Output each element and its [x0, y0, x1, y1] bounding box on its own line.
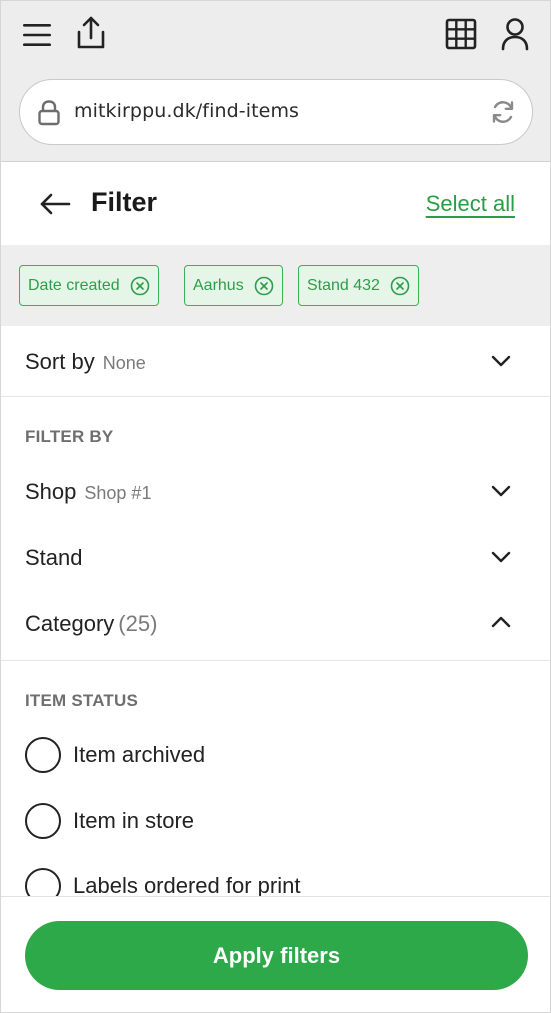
filter-chip[interactable]: Stand 432	[298, 265, 419, 306]
select-all-link[interactable]: Select all	[426, 191, 515, 217]
filter-chip[interactable]: Aarhus	[184, 265, 283, 306]
url-text: mitkirppu.dk/find-items	[74, 100, 300, 122]
status-option[interactable]: Item in store	[1, 803, 550, 853]
footer-bar: Apply filters	[1, 896, 550, 1012]
address-bar[interactable]: mitkirppu.dk/find-items	[19, 79, 533, 145]
remove-chip-icon[interactable]	[130, 276, 150, 296]
filter-by-heading: FILTER BY	[25, 427, 114, 446]
divider	[1, 660, 550, 661]
chevron-up-icon[interactable]	[490, 611, 512, 633]
status-option[interactable]: Item archived	[1, 737, 550, 787]
status-option-label: Item archived	[73, 742, 206, 767]
page-title: Filter	[91, 187, 158, 217]
stand-label: Stand	[25, 545, 83, 570]
shop-value: Shop #1	[84, 483, 152, 503]
item-status-heading: ITEM STATUS	[25, 691, 139, 710]
status-option-label: Item in store	[73, 808, 195, 833]
sort-by-label: Sort by	[25, 349, 95, 374]
shop-row[interactable]: Shop Shop #1	[1, 467, 550, 517]
remove-chip-icon[interactable]	[254, 276, 274, 296]
share-icon[interactable]	[73, 15, 109, 51]
phone-frame: mitkirppu.dk/find-items Filter Select al…	[0, 0, 551, 1013]
category-row[interactable]: Category (25)	[1, 599, 550, 649]
lock-icon	[38, 100, 60, 130]
category-label: Category	[25, 611, 115, 636]
apply-filters-button[interactable]: Apply filters	[25, 921, 528, 990]
chevron-down-icon[interactable]	[490, 350, 512, 372]
active-filter-chips: Date created Aarhus Stand 432	[1, 245, 550, 326]
divider	[1, 396, 550, 397]
category-count: (25)	[118, 611, 158, 636]
filter-header: Filter Select all	[1, 163, 550, 245]
chip-label: Date created	[28, 276, 120, 294]
sort-by-row[interactable]: Sort by None	[1, 326, 550, 396]
chip-label: Stand 432	[307, 276, 380, 294]
menu-icon[interactable]	[19, 17, 55, 53]
radio-button[interactable]	[25, 737, 61, 773]
reload-icon[interactable]	[490, 99, 516, 129]
stand-row[interactable]: Stand	[1, 533, 550, 583]
user-icon[interactable]	[497, 16, 533, 52]
back-arrow-icon[interactable]	[35, 189, 75, 219]
chip-label: Aarhus	[193, 276, 244, 294]
sort-by-value: None	[102, 353, 146, 373]
radio-button[interactable]	[25, 803, 61, 839]
chevron-down-icon[interactable]	[490, 480, 512, 502]
shop-label: Shop	[25, 479, 77, 504]
browser-chrome: mitkirppu.dk/find-items	[1, 1, 550, 162]
chevron-down-icon[interactable]	[490, 546, 512, 568]
remove-chip-icon[interactable]	[390, 276, 410, 296]
grid-icon[interactable]	[443, 16, 479, 52]
filter-chip[interactable]: Date created	[19, 265, 159, 306]
